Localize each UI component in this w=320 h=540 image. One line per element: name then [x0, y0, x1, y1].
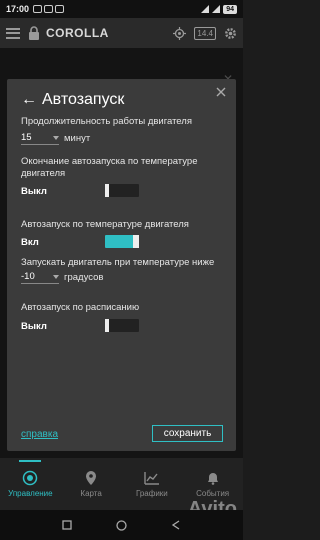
app-title: COROLLA	[46, 26, 109, 40]
dialog-title: Автозапуск	[42, 91, 125, 108]
dialog-header: ← Автозапуск	[21, 91, 124, 109]
back-icon[interactable]	[171, 520, 181, 530]
duration-label: Продолжительность работы двигателя	[21, 116, 192, 127]
nav-label: События	[196, 489, 230, 498]
temp-start-toggle[interactable]	[105, 235, 139, 248]
duration-unit: минут	[64, 133, 91, 144]
nav-label: Карта	[80, 489, 102, 498]
notification-icon	[44, 5, 54, 13]
status-time: 17:00	[6, 4, 30, 14]
status-bar: 17:00 94	[0, 0, 243, 18]
chevron-down-icon	[53, 274, 59, 279]
notification-icon	[33, 5, 43, 13]
threshold-select[interactable]: -10	[21, 271, 59, 284]
close-icon[interactable]	[216, 87, 226, 97]
duration-select-row: 15 минут	[21, 132, 90, 145]
temp-start-value: Вкл	[21, 237, 39, 248]
app-bar: COROLLA 14.4	[0, 18, 243, 48]
nav-item-charts[interactable]: Графики	[122, 458, 183, 510]
threshold-unit: градусов	[64, 272, 104, 283]
recent-apps-icon[interactable]	[62, 520, 72, 530]
nav-item-control[interactable]: Управление	[0, 458, 61, 510]
save-button[interactable]: сохранить	[152, 425, 223, 442]
system-navigation	[0, 510, 243, 540]
threshold-select-row: -10 градусов	[21, 271, 103, 284]
schedule-value: Выкл	[21, 321, 47, 332]
control-icon	[23, 470, 38, 486]
schedule-label: Автозапуск по расписанию	[21, 302, 140, 313]
gps-icon[interactable]	[173, 26, 187, 40]
map-pin-icon	[86, 471, 97, 485]
temp-stop-label: Окончание автозапуска по температуре дви…	[21, 156, 198, 179]
battery-voltage-badge: 14.4	[194, 26, 216, 40]
signal-icon	[201, 5, 210, 13]
threshold-value: -10	[21, 271, 35, 282]
home-icon[interactable]	[116, 519, 127, 531]
nav-label: Графики	[135, 489, 168, 498]
help-link[interactable]: справка	[21, 429, 58, 440]
bell-icon	[207, 473, 218, 485]
notification-icon	[55, 5, 65, 13]
threshold-label: Запускать двигатель при температуре ниже	[21, 257, 215, 268]
nav-label: Управление	[8, 489, 53, 498]
battery-icon: 94	[223, 4, 237, 14]
chart-icon	[144, 472, 159, 485]
temp-stop-toggle[interactable]	[105, 184, 139, 197]
autostart-dialog: ← Автозапуск Продолжительность работы дв…	[7, 79, 236, 451]
back-arrow-icon[interactable]: ←	[21, 92, 37, 108]
signal-icon	[212, 5, 221, 13]
temp-stop-value: Выкл	[21, 186, 47, 197]
menu-icon[interactable]	[6, 27, 20, 39]
duration-select[interactable]: 15	[21, 132, 59, 145]
nav-item-map[interactable]: Карта	[61, 458, 122, 510]
notification-icons	[33, 5, 65, 13]
chevron-down-icon	[53, 135, 59, 140]
lock-icon[interactable]	[28, 26, 40, 40]
temp-start-label: Автозапуск по температуре двигателя	[21, 219, 189, 230]
duration-value: 15	[21, 132, 32, 143]
gear-icon[interactable]	[224, 27, 237, 40]
schedule-toggle[interactable]	[105, 319, 139, 332]
